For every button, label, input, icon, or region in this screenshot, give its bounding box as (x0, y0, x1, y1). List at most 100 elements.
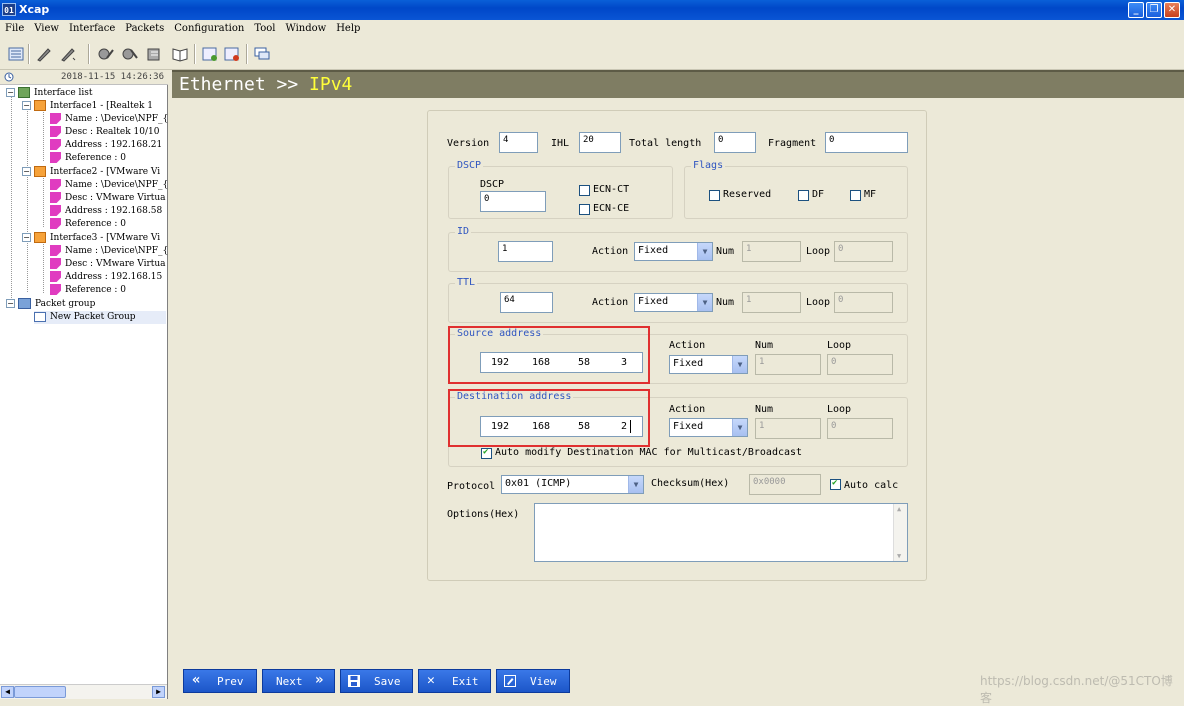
menu-packets[interactable]: Packets (120, 20, 169, 34)
tree-interface-list[interactable]: − Interface list (6, 87, 93, 100)
auto-calc-checkbox[interactable] (830, 478, 841, 490)
menu-configuration[interactable]: Configuration (169, 20, 249, 34)
tag-icon (50, 258, 61, 269)
tree-leaf-address[interactable]: Address : 192.168.58 (50, 205, 162, 218)
total-length-input[interactable]: 0 (714, 132, 756, 153)
df-checkbox[interactable] (798, 190, 809, 201)
options-textarea[interactable]: ▲ ▼ (534, 503, 908, 562)
tree-leaf-address[interactable]: Address : 192.168.15 (50, 271, 162, 284)
new-group-icon[interactable] (202, 46, 218, 62)
app-icon: 01 (2, 3, 16, 16)
ttl-input[interactable]: 64 (500, 292, 553, 313)
scroll-up-icon[interactable]: ▲ (897, 505, 901, 513)
menu-tool[interactable]: Tool (249, 20, 280, 34)
tree-leaf-reference[interactable]: Reference : 0 (50, 152, 126, 165)
ttl-loop-input[interactable]: 0 (834, 292, 893, 313)
exit-button[interactable]: ✕ Exit (418, 669, 491, 693)
scroll-left-icon[interactable]: ◀ (1, 686, 14, 698)
menu-bar: File View Interface Packets Configuration Too… (0, 20, 1184, 38)
menu-interface[interactable]: Interface (64, 20, 120, 34)
tree-leaf-name[interactable]: Name : \Device\NPF_{ (50, 179, 168, 192)
tree-interface-3[interactable]: − Interface3 - [VMware Vi (22, 232, 160, 245)
id-loop-input[interactable]: 0 (834, 241, 893, 262)
minimize-button[interactable]: _ (1128, 2, 1144, 18)
restore-button[interactable]: ❐ (1146, 2, 1162, 18)
auto-calc-label: Auto calc (844, 480, 899, 491)
id-action-select[interactable]: Fixed ▼ (634, 242, 713, 261)
source-highlight-box (448, 326, 650, 384)
tree-leaf-reference[interactable]: Reference : 0 (50, 218, 126, 231)
capture-options-icon[interactable] (146, 46, 162, 62)
source-action-select[interactable]: Fixed ▼ (669, 355, 748, 374)
tag-icon (50, 284, 61, 295)
options-scrollbar[interactable]: ▲ ▼ (893, 504, 907, 561)
tree-leaf-desc[interactable]: Desc : Realtek 10/10 (50, 126, 160, 139)
tree-packet-group[interactable]: − Packet group (6, 298, 95, 311)
tree-leaf-desc[interactable]: Desc : VMware Virtua (50, 258, 166, 271)
view-button[interactable]: View (496, 669, 570, 693)
version-input[interactable]: 4 (499, 132, 538, 153)
total-length-label: Total length (629, 138, 702, 149)
tree-new-packet-group[interactable]: New Packet Group (34, 311, 166, 324)
ihl-input[interactable]: 20 (579, 132, 621, 153)
fragment-input[interactable]: 0 (825, 132, 908, 153)
next-button[interactable]: Next » (262, 669, 335, 693)
reserved-checkbox[interactable] (709, 190, 720, 201)
ttl-action-select[interactable]: Fixed ▼ (634, 293, 713, 312)
scroll-thumb[interactable] (14, 686, 66, 698)
close-button[interactable]: ✕ (1164, 2, 1180, 18)
menu-file[interactable]: File (0, 20, 29, 34)
ecn-ct-checkbox[interactable] (579, 185, 590, 196)
book-icon[interactable] (172, 46, 188, 62)
send-packet-icon[interactable] (36, 46, 52, 62)
capture-stop-icon[interactable] (122, 46, 138, 62)
double-chevron-right-icon: » (315, 672, 324, 688)
interface-list-icon[interactable] (8, 46, 24, 62)
tree-leaf-name[interactable]: Name : \Device\NPF_{ (50, 113, 168, 126)
checksum-input[interactable]: 0x0000 (749, 474, 821, 495)
scroll-down-icon[interactable]: ▼ (897, 552, 901, 560)
dest-action-select[interactable]: Fixed ▼ (669, 418, 748, 437)
protocol-select[interactable]: 0x01 (ICMP) ▼ (501, 475, 644, 494)
menu-help[interactable]: Help (331, 20, 365, 34)
tree-interface-2[interactable]: − Interface2 - [VMware Vi (22, 166, 160, 179)
tree-interface-1[interactable]: − Interface1 - [Realtek 1 (22, 100, 153, 113)
dest-loop-input[interactable]: 0 (827, 418, 893, 439)
edit-pencil-icon (504, 675, 516, 687)
dscp-input[interactable]: 0 (480, 191, 546, 212)
tree-leaf-reference[interactable]: Reference : 0 (50, 284, 126, 297)
watermark: https://blog.csdn.net/@51CTO博客 (980, 674, 1173, 705)
left-panel-header: 2018-11-15 14:26:36 (0, 70, 168, 85)
page-header: Ethernet >> IPv4 (172, 70, 1184, 98)
tree-leaf-desc[interactable]: Desc : VMware Virtua (50, 192, 166, 205)
delete-group-icon[interactable] (224, 46, 240, 62)
chevron-down-icon: ▼ (732, 419, 747, 436)
send-all-icon[interactable] (60, 46, 76, 62)
tag-icon (50, 192, 61, 203)
left-horizontal-scrollbar[interactable]: ◀ ▶ (0, 684, 167, 699)
destination-highlight-box (448, 389, 650, 447)
tree-leaf-address[interactable]: Address : 192.168.21 (50, 139, 162, 152)
ihl-label: IHL (551, 138, 570, 149)
auto-mac-checkbox[interactable] (481, 447, 492, 459)
ecn-ce-checkbox[interactable] (579, 204, 590, 215)
dest-num-input[interactable]: 1 (755, 418, 821, 439)
interface-list-icon (18, 87, 30, 98)
capture-start-icon[interactable] (98, 46, 114, 62)
menu-view[interactable]: View (29, 20, 64, 34)
double-chevron-left-icon: « (192, 672, 201, 688)
tree-leaf-name[interactable]: Name : \Device\NPF_{ (50, 245, 168, 258)
save-button[interactable]: Save (340, 669, 413, 693)
menu-window[interactable]: Window (280, 20, 331, 34)
prev-button[interactable]: « Prev (183, 669, 257, 693)
mf-checkbox[interactable] (850, 190, 861, 201)
chat-icon[interactable] (254, 46, 270, 62)
interface-icon (34, 100, 46, 111)
id-num-input[interactable]: 1 (742, 241, 801, 262)
source-num-input[interactable]: 1 (755, 354, 821, 375)
scroll-right-icon[interactable]: ▶ (152, 686, 165, 698)
source-loop-input[interactable]: 0 (827, 354, 893, 375)
id-input[interactable]: 1 (498, 241, 553, 262)
window-title: Xcap (19, 3, 50, 16)
ttl-num-input[interactable]: 1 (742, 292, 801, 313)
